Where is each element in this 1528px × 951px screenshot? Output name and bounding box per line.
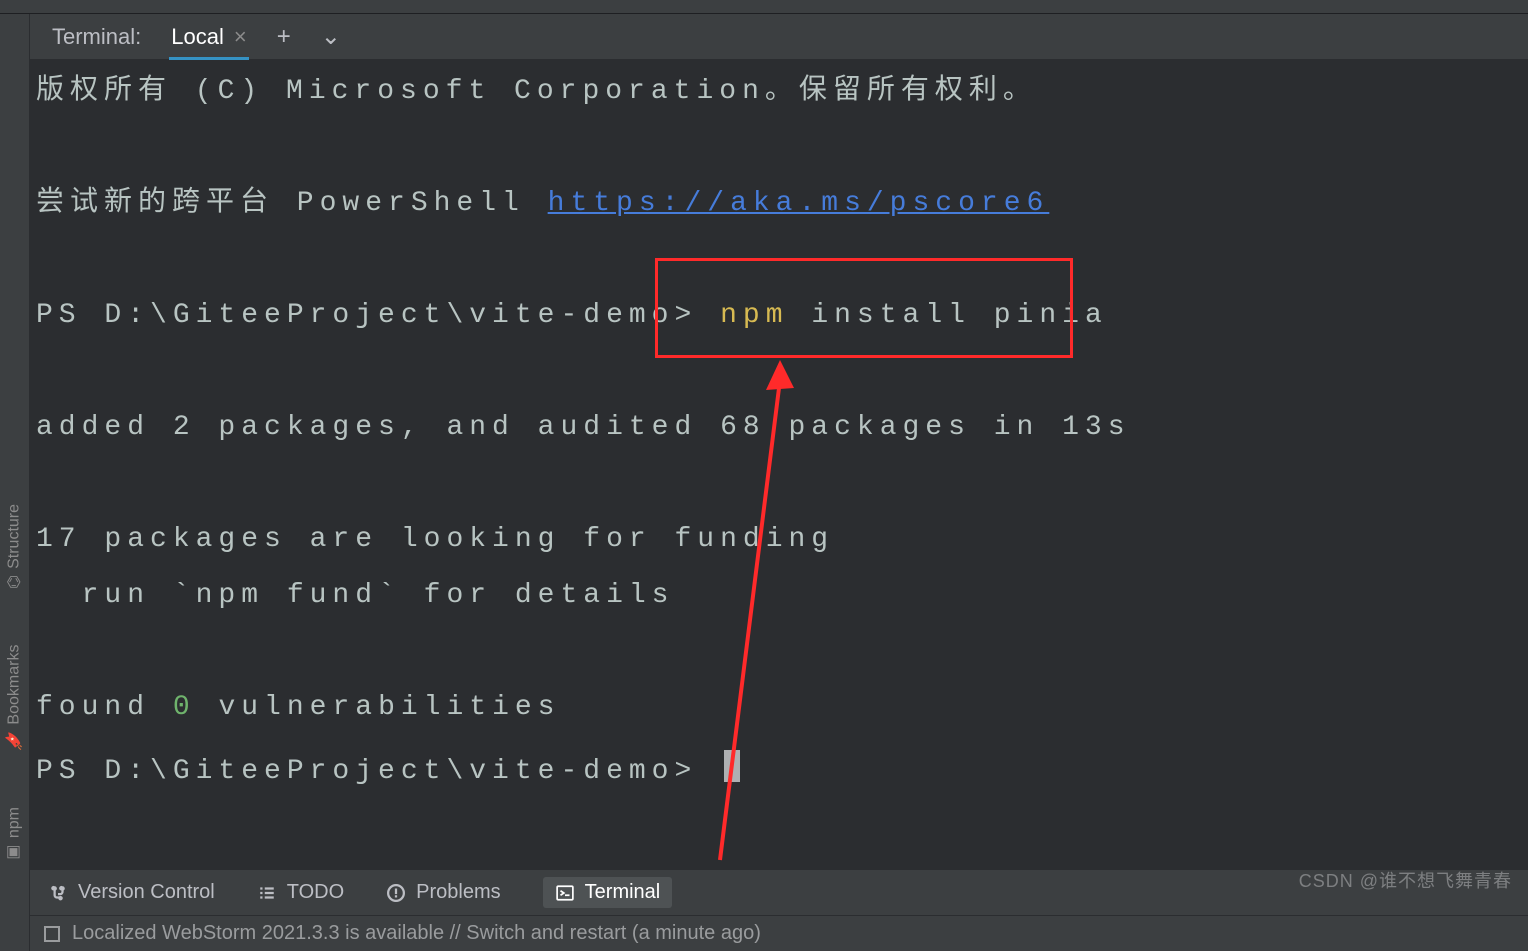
terminal-command-line: PS D:\GiteeProject\vite-demo> npm instal… — [36, 302, 1516, 330]
terminal-line: 尝试新的跨平台 PowerShell https://aka.ms/pscore… — [36, 190, 1516, 218]
text: 。保留所有权利。 — [765, 76, 1037, 107]
sidebar-item-structure[interactable]: ⌬ Structure — [5, 504, 24, 589]
terminal-line — [36, 134, 1516, 162]
sidebar-item-npm[interactable]: ▣ npm — [5, 807, 24, 863]
branch-icon — [48, 883, 68, 903]
list-icon — [257, 883, 277, 903]
terminal-line: added 2 packages, and audited 68 package… — [36, 414, 1516, 442]
left-sidebar: ⌬ Structure 🔖 Bookmarks ▣ npm — [0, 14, 30, 951]
text: vulnerabilities — [196, 692, 561, 723]
terminal-line: found 0 vulnerabilities — [36, 694, 1516, 722]
npm-icon: ▣ — [5, 844, 24, 863]
label: Terminal — [585, 881, 661, 904]
terminal-line: 17 packages are looking for funding — [36, 526, 1516, 554]
terminal-body[interactable]: 版权所有 (C) Microsoft Corporation。保留所有权利。 尝… — [30, 60, 1528, 869]
label: TODO — [287, 881, 344, 904]
text: 版权所有 (C) — [36, 76, 286, 107]
sidebar-item-bookmarks[interactable]: 🔖 Bookmarks — [5, 645, 24, 751]
close-icon[interactable]: × — [234, 24, 247, 50]
prompt: PS D:\GiteeProject\vite-demo> — [36, 300, 720, 331]
cursor — [724, 750, 740, 782]
tab-local[interactable]: Local × — [171, 24, 246, 50]
cmd-rest: install pinia — [789, 300, 1108, 331]
terminal-line: run `npm fund` for details — [36, 582, 1516, 610]
toolbar-todo[interactable]: TODO — [257, 881, 344, 904]
toolbar-version-control[interactable]: Version Control — [48, 881, 215, 904]
terminal-line: 版权所有 (C) Microsoft Corporation。保留所有权利。 — [36, 78, 1516, 106]
label: Problems — [416, 881, 500, 904]
terminal-line — [36, 470, 1516, 498]
text: Microsoft Corporation — [286, 76, 765, 107]
bookmark-icon: 🔖 — [5, 731, 24, 751]
terminal-icon — [555, 883, 575, 903]
checkbox-icon[interactable] — [44, 926, 60, 942]
terminal-line: PS D:\GiteeProject\vite-demo> — [36, 750, 1516, 786]
status-message[interactable]: Localized WebStorm 2021.3.3 is available… — [72, 922, 761, 945]
terminal-tabbar: Terminal: Local × + ⌄ — [30, 14, 1528, 60]
main-area: Terminal: Local × + ⌄ 版权所有 (C) Microsoft… — [30, 14, 1528, 951]
prompt: PS D:\GiteeProject\vite-demo> — [36, 756, 720, 787]
sidebar-label: Structure — [6, 504, 24, 569]
terminal-line — [36, 246, 1516, 274]
terminal-title: Terminal: — [52, 24, 141, 50]
chevron-down-icon[interactable]: ⌄ — [321, 22, 341, 51]
terminal-line — [36, 638, 1516, 666]
vuln-count: 0 — [173, 692, 196, 723]
sidebar-label: Bookmarks — [6, 645, 24, 725]
label: Version Control — [78, 881, 215, 904]
structure-icon: ⌬ — [5, 575, 24, 589]
new-tab-icon[interactable]: + — [277, 23, 291, 51]
tab-label: Local — [171, 24, 224, 50]
text: found — [36, 692, 173, 723]
link-pscore[interactable]: https://aka.ms/pscore6 — [548, 188, 1050, 219]
warning-icon — [386, 883, 406, 903]
top-edge — [0, 0, 1528, 14]
sidebar-label: npm — [6, 807, 24, 838]
toolbar-problems[interactable]: Problems — [386, 881, 500, 904]
watermark: CSDN @谁不想飞舞青春 — [1299, 867, 1512, 893]
terminal-line — [36, 358, 1516, 386]
text: 尝试新的跨平台 PowerShell — [36, 188, 548, 219]
toolbar-terminal[interactable]: Terminal — [543, 877, 673, 908]
status-bar: Localized WebStorm 2021.3.3 is available… — [30, 915, 1528, 951]
cmd-npm: npm — [720, 300, 788, 331]
